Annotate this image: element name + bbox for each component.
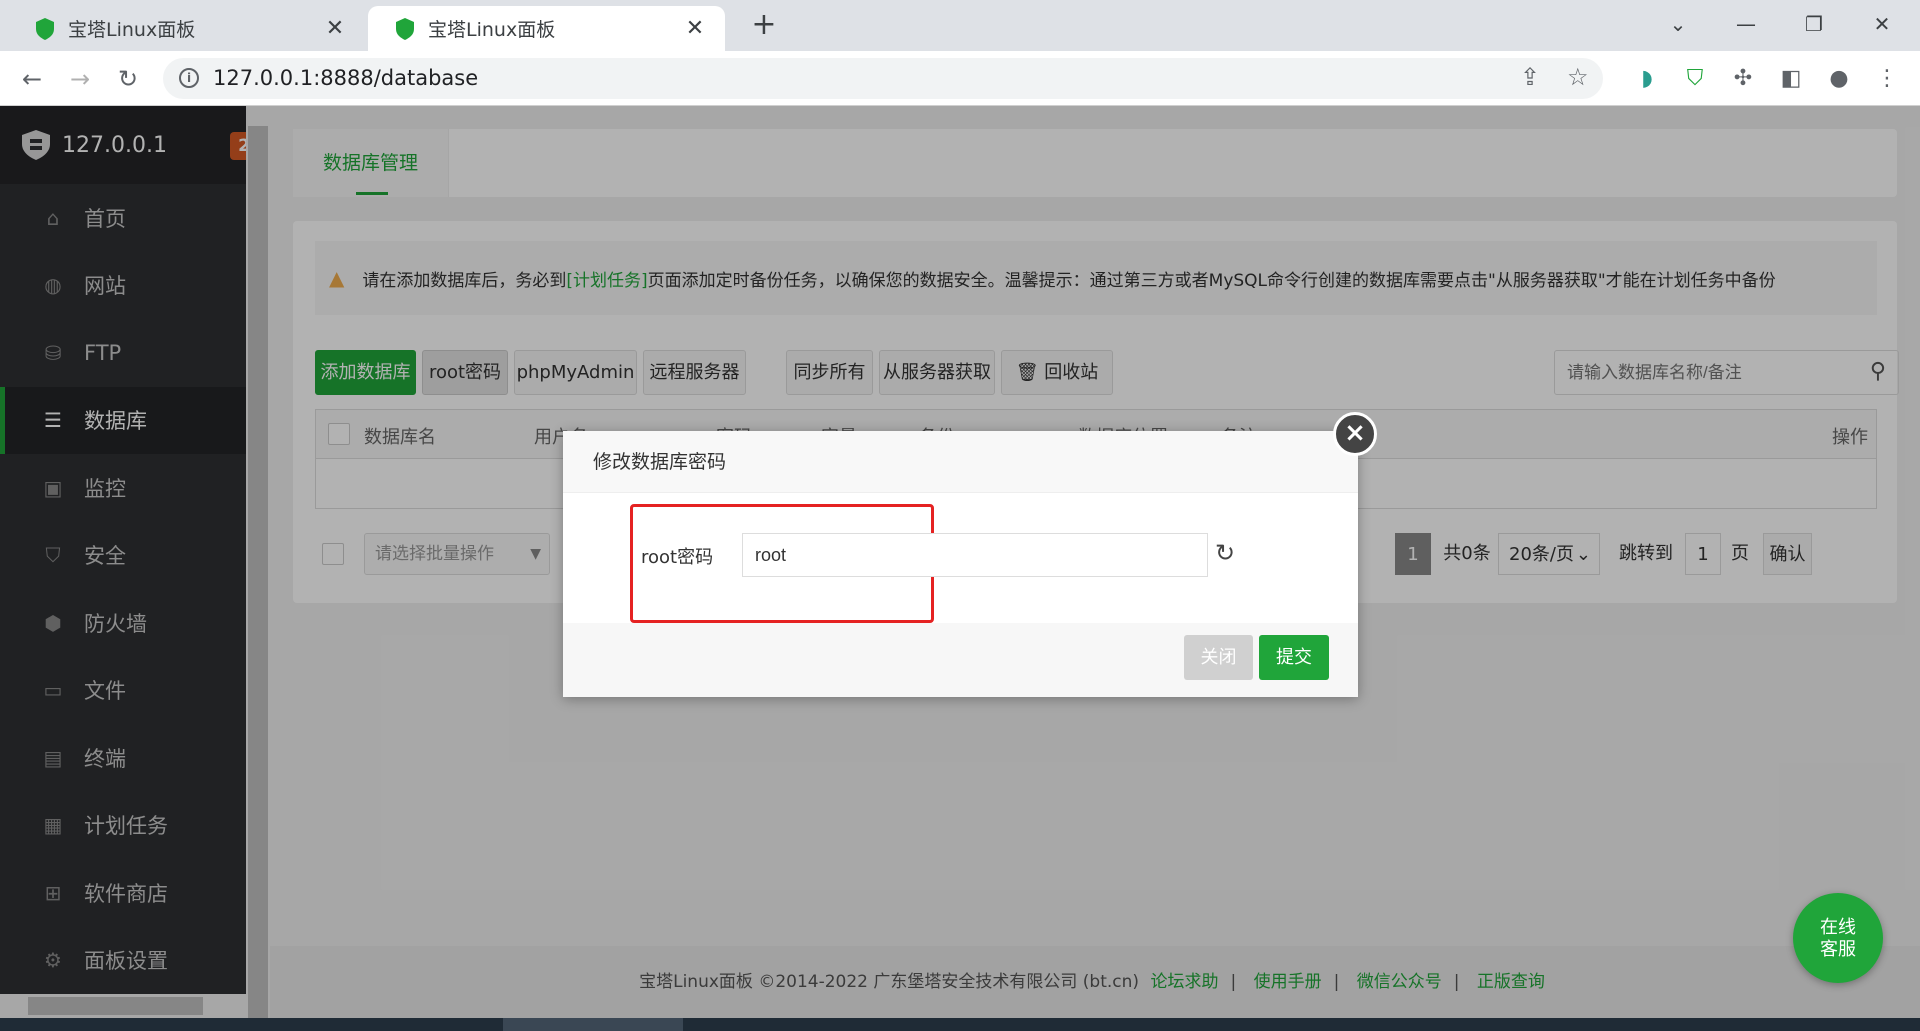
browser-tab[interactable]: 宝塔Linux面板 ✕ [8, 6, 365, 51]
bookmark-star-icon[interactable]: ☆ [1567, 63, 1589, 91]
tab-title: 宝塔Linux面板 [68, 19, 196, 41]
tab-search-chevron-icon[interactable]: ⌄ [1654, 6, 1702, 42]
forward-arrow-icon[interactable]: → [64, 63, 96, 95]
root-password-input[interactable] [742, 533, 1208, 577]
profile-avatar-icon[interactable]: ● [1825, 65, 1853, 93]
share-icon[interactable]: ⇪ [1520, 63, 1540, 91]
omnibox[interactable]: i 127.0.0.1:8888/database ⇪ ☆ [163, 58, 1603, 99]
chat-line-2: 客服 [1820, 939, 1856, 960]
reload-icon[interactable]: ↻ [112, 63, 144, 95]
close-dialog-icon[interactable]: × [1333, 412, 1377, 456]
baota-favicon-icon [36, 17, 54, 40]
address-bar-row: ← → ↻ i 127.0.0.1:8888/database ⇪ ☆ ◗ ⛉ … [0, 51, 1920, 106]
side-panel-icon[interactable]: ◧ [1777, 65, 1805, 93]
dialog-title: 修改数据库密码 [563, 431, 1358, 493]
browser-tab-bar: 宝塔Linux面板 ✕ 宝塔Linux面板 ✕ + ⌄ — ❐ ✕ [0, 0, 1920, 51]
tab-title: 宝塔Linux面板 [428, 19, 556, 41]
window-close-button[interactable]: ✕ [1858, 6, 1906, 42]
submit-button[interactable]: 提交 [1259, 635, 1329, 680]
online-support-button[interactable]: 在线 客服 [1793, 893, 1883, 983]
url-text[interactable]: 127.0.0.1:8888/database [213, 66, 478, 90]
close-button[interactable]: 关闭 [1184, 635, 1253, 680]
browser-tab-active[interactable]: 宝塔Linux面板 ✕ [368, 6, 725, 51]
change-password-dialog: 修改数据库密码 × root密码 ↻ 关闭 提交 [563, 412, 1377, 697]
browser-menu-icon[interactable]: ⋮ [1873, 65, 1901, 93]
taskbar-item[interactable] [503, 1018, 683, 1031]
extension-shield-icon[interactable]: ⛉ [1681, 65, 1709, 93]
close-tab-icon[interactable]: ✕ [683, 16, 707, 41]
minimize-button[interactable]: — [1722, 6, 1770, 42]
close-tab-icon[interactable]: ✕ [323, 16, 347, 41]
new-tab-button[interactable]: + [748, 10, 780, 42]
chat-line-1: 在线 [1820, 917, 1856, 938]
back-arrow-icon[interactable]: ← [16, 63, 48, 95]
restore-button[interactable]: ❐ [1790, 6, 1838, 42]
site-info-icon[interactable]: i [179, 68, 199, 88]
extension-bird-icon[interactable]: ◗ [1633, 65, 1661, 93]
refresh-icon[interactable]: ↻ [1215, 539, 1235, 567]
root-password-label: root密码 [641, 547, 714, 568]
os-taskbar [0, 1018, 1920, 1031]
baota-favicon-icon [396, 17, 414, 40]
extensions-puzzle-icon[interactable]: ✣ [1729, 65, 1757, 93]
